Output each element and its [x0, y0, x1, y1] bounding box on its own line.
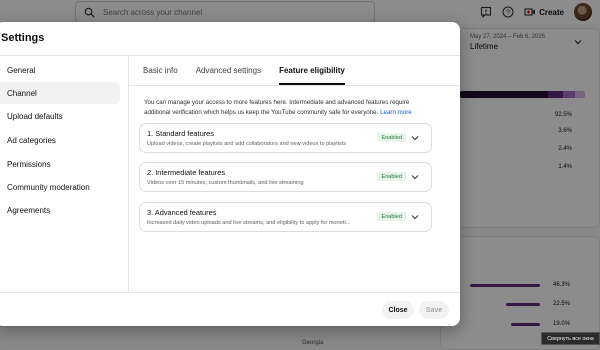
close-button[interactable]: Close: [382, 301, 414, 319]
tab-advanced-settings[interactable]: Advanced settings: [196, 56, 261, 85]
intro-text: You can manage your access to more featu…: [144, 98, 429, 118]
sidebar-item-community-moderation[interactable]: Community moderation: [0, 176, 120, 198]
status-badge: Enabled: [377, 133, 406, 142]
chevron-down-icon[interactable]: [411, 134, 419, 142]
feature-description: Videos over 15 minutes, custom thumbnail…: [147, 180, 304, 186]
sidebar-item-permissions[interactable]: Permissions: [0, 153, 120, 175]
divider: [128, 56, 129, 292]
tab-feature-eligibility[interactable]: Feature eligibility: [279, 56, 345, 85]
sidebar-item-label: Channel: [7, 88, 37, 98]
sidebar-item-label: Ad categories: [7, 135, 56, 145]
feature-card-advanced[interactable]: 3. Advanced features Increased daily vid…: [139, 202, 432, 232]
sidebar-item-general[interactable]: General: [0, 59, 120, 81]
settings-dialog: Settings General Channel Upload defaults…: [0, 22, 460, 326]
save-button[interactable]: Save: [419, 301, 449, 319]
status-badge: Enabled: [377, 212, 406, 221]
sidebar-item-label: General: [7, 65, 36, 75]
learn-more-link[interactable]: Learn more: [380, 109, 412, 116]
intro-description: You can manage your access to more featu…: [144, 99, 410, 116]
sidebar-item-agreements[interactable]: Agreements: [0, 199, 120, 221]
status-badge: Enabled: [377, 172, 406, 181]
sidebar-item-label: Agreements: [7, 205, 51, 215]
feature-card-standard[interactable]: 1. Standard features Upload videos, crea…: [139, 123, 432, 153]
settings-sidebar: General Channel Upload defaults Ad categ…: [0, 56, 128, 292]
feature-card-intermediate[interactable]: 2. Intermediate features Videos over 15 …: [139, 162, 432, 192]
dialog-title: Settings: [1, 32, 45, 44]
tab-basic-info[interactable]: Basic info: [143, 56, 178, 85]
divider: [128, 85, 460, 86]
divider: [0, 292, 460, 293]
sidebar-item-channel[interactable]: Channel: [0, 82, 120, 104]
sidebar-item-upload-defaults[interactable]: Upload defaults: [0, 105, 120, 127]
chevron-down-icon[interactable]: [411, 213, 419, 221]
feature-title: 1. Standard features: [147, 129, 214, 138]
settings-tabs: Basic info Advanced settings Feature eli…: [143, 56, 345, 85]
feature-title: 2. Intermediate features: [147, 168, 226, 177]
chevron-down-icon[interactable]: [411, 173, 419, 181]
feature-title: 3. Advanced features: [147, 208, 217, 217]
sidebar-item-label: Community moderation: [7, 182, 90, 192]
sidebar-item-label: Permissions: [7, 159, 51, 169]
tooltip: Свернуть все окна: [541, 332, 600, 345]
sidebar-item-label: Upload defaults: [7, 111, 63, 121]
feature-description: Upload videos, create playlists and add …: [147, 141, 347, 147]
feature-description: Increased daily video uploads and live s…: [147, 220, 351, 226]
sidebar-item-ad-categories[interactable]: Ad categories: [0, 129, 120, 151]
